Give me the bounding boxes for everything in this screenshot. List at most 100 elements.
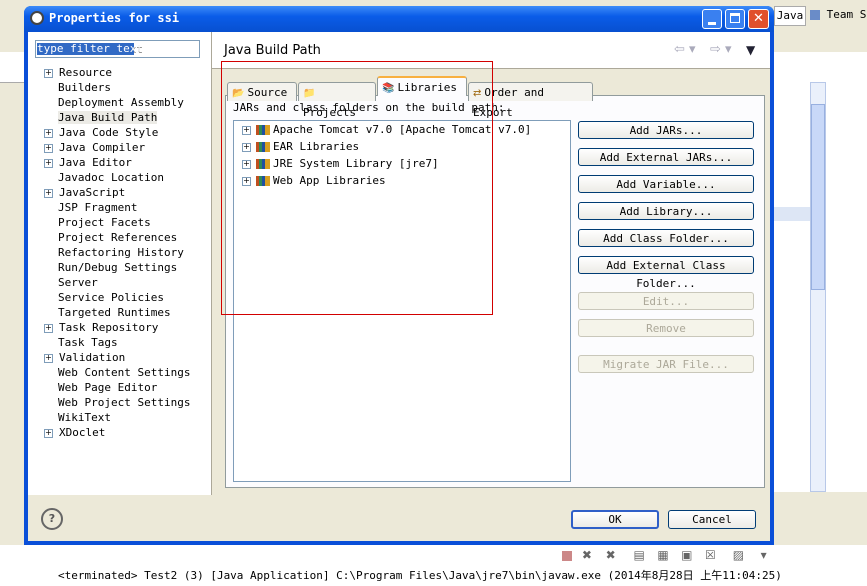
nav-item[interactable]: + JavaScript [44, 185, 125, 200]
nav-item[interactable]: + Validation [44, 350, 125, 365]
minimize-icon [708, 22, 716, 25]
properties-dialog: Properties for ssi ✕ type filter text + R… [24, 6, 774, 545]
nav-item[interactable]: Deployment Assembly [44, 95, 184, 110]
forward-arrow-icon[interactable]: ⇨ ▾ [710, 42, 732, 57]
nav-item[interactable]: Java Build Path [44, 110, 158, 125]
nav-item-label: Refactoring History [58, 246, 184, 259]
nav-item-label: Web Page Editor [58, 381, 158, 394]
add-class-folder-button[interactable]: Add Class Folder... [578, 229, 754, 247]
expand-icon[interactable]: + [44, 353, 53, 363]
nav-item[interactable]: Project Facets [44, 215, 151, 230]
nav-item[interactable]: Service Policies [44, 290, 164, 305]
nav-item[interactable]: + XDoclet [44, 425, 105, 440]
cancel-button[interactable]: Cancel [668, 510, 756, 529]
remove-launch-icon[interactable]: ✖ [582, 548, 594, 562]
nav-item-label: Project References [58, 231, 178, 244]
nav-item[interactable]: + Java Compiler [44, 140, 145, 155]
expand-icon[interactable]: + [44, 143, 53, 153]
expand-icon[interactable]: + [44, 323, 53, 333]
expand-icon[interactable]: + [44, 158, 53, 168]
add-jars-button[interactable]: Add JARs... [578, 121, 754, 139]
close-button[interactable]: ✕ [748, 9, 769, 29]
nav-item-label: Server [58, 276, 98, 289]
highlight-box [221, 61, 493, 315]
nav-item-label: WikiText [58, 411, 111, 424]
nav-item[interactable]: Targeted Runtimes [44, 305, 171, 320]
ide-scroll-thumb[interactable] [811, 104, 825, 290]
nav-item[interactable]: WikiText [44, 410, 111, 425]
nav-item[interactable]: Javadoc Location [44, 170, 164, 185]
console-toolbar: ✖ ✖ ▤ ▦ ▣ ☒ ▨ ▾ [556, 548, 846, 566]
nav-item-label: Builders [58, 81, 111, 94]
nav-item-label: Task Repository [59, 321, 159, 334]
nav-item-label: Validation [59, 351, 126, 364]
nav-item-label: Java Compiler [59, 141, 146, 154]
filter-selected-text: type filter text [37, 42, 143, 55]
remove-all-icon[interactable]: ✖ [606, 548, 618, 562]
nav-item-label: Java Code Style [59, 126, 159, 139]
ide-selected-row [772, 207, 810, 221]
help-button[interactable]: ? [41, 508, 63, 530]
nav-item-label: Java Editor [59, 156, 132, 169]
display-console-icon[interactable]: ▨ [733, 548, 745, 562]
nav-item[interactable]: Task Tags [44, 335, 118, 350]
nav-item[interactable]: Server [44, 275, 98, 290]
nav-item-label: Web Content Settings [58, 366, 191, 379]
nav-item-label: JSP Fragment [58, 201, 138, 214]
nav-item-label: Web Project Settings [58, 396, 191, 409]
view-menu-icon[interactable]: ▼ [746, 43, 755, 57]
word-wrap-icon[interactable]: ▣ [681, 548, 693, 562]
maximize-icon [730, 13, 740, 23]
nav-item[interactable]: Refactoring History [44, 245, 184, 260]
nav-item[interactable]: Project References [44, 230, 177, 245]
perspective-java[interactable]: Java [774, 6, 806, 26]
edit-button[interactable]: Edit... [578, 292, 754, 310]
ide-left-strip [0, 52, 26, 83]
expand-icon[interactable]: + [44, 128, 53, 138]
add-variable-button[interactable]: Add Variable... [578, 175, 754, 193]
minimize-button[interactable] [702, 9, 722, 29]
nav-item[interactable]: Builders [44, 80, 111, 95]
nav-item-label: Service Policies [58, 291, 164, 304]
add-external-class-folder-button[interactable]: Add External Class Folder... [578, 256, 754, 290]
perspective-team-label: Team S [826, 8, 867, 21]
dialog-title: Properties for ssi [49, 11, 180, 25]
migrate-jar-file-button[interactable]: Migrate JAR File... [578, 355, 754, 373]
page-title: Java Build Path [224, 43, 321, 58]
console-status: <terminated> Test2 (3) [Java Application… [58, 569, 782, 582]
expand-icon[interactable]: + [44, 188, 53, 198]
expand-icon[interactable]: + [44, 428, 53, 438]
nav-item[interactable]: Web Page Editor [44, 380, 157, 395]
remove-button[interactable]: Remove [578, 319, 754, 337]
back-arrow-icon[interactable]: ⇦ ▾ [674, 42, 696, 57]
nav-item-label: Project Facets [58, 216, 151, 229]
nav-item-label: Task Tags [58, 336, 118, 349]
nav-item-label: Deployment Assembly [58, 96, 184, 109]
nav-item[interactable]: Web Content Settings [44, 365, 190, 380]
maximize-button[interactable] [725, 9, 745, 29]
expand-icon[interactable]: + [44, 68, 53, 78]
nav-item[interactable]: + Task Repository [44, 320, 158, 335]
eclipse-gear-icon [30, 11, 44, 25]
ok-button[interactable]: OK [571, 510, 659, 529]
clear-console-icon[interactable]: ☒ [705, 548, 717, 562]
open-console-icon[interactable]: ▾ [761, 548, 773, 562]
add-library-button[interactable]: Add Library... [578, 202, 754, 220]
add-external-jars-button[interactable]: Add External JARs... [578, 148, 754, 166]
scroll-lock-icon[interactable]: ▤ [633, 548, 645, 562]
terminate-icon[interactable] [562, 550, 572, 561]
nav-item-label: Javadoc Location [58, 171, 164, 184]
nav-item[interactable]: + Java Editor [44, 155, 132, 170]
help-icon: ? [48, 512, 56, 525]
close-icon: ✕ [753, 11, 764, 26]
perspective-team[interactable]: Team S [810, 6, 867, 24]
pin-console-icon[interactable]: ▦ [657, 548, 669, 562]
nav-item-label: XDoclet [59, 426, 106, 439]
team-icon [810, 10, 820, 20]
nav-item[interactable]: + Resource [44, 65, 112, 80]
nav-item[interactable]: + Java Code Style [44, 125, 158, 140]
nav-item[interactable]: Run/Debug Settings [44, 260, 177, 275]
nav-item-label: Targeted Runtimes [58, 306, 171, 319]
nav-item[interactable]: Web Project Settings [44, 395, 190, 410]
nav-item[interactable]: JSP Fragment [44, 200, 137, 215]
